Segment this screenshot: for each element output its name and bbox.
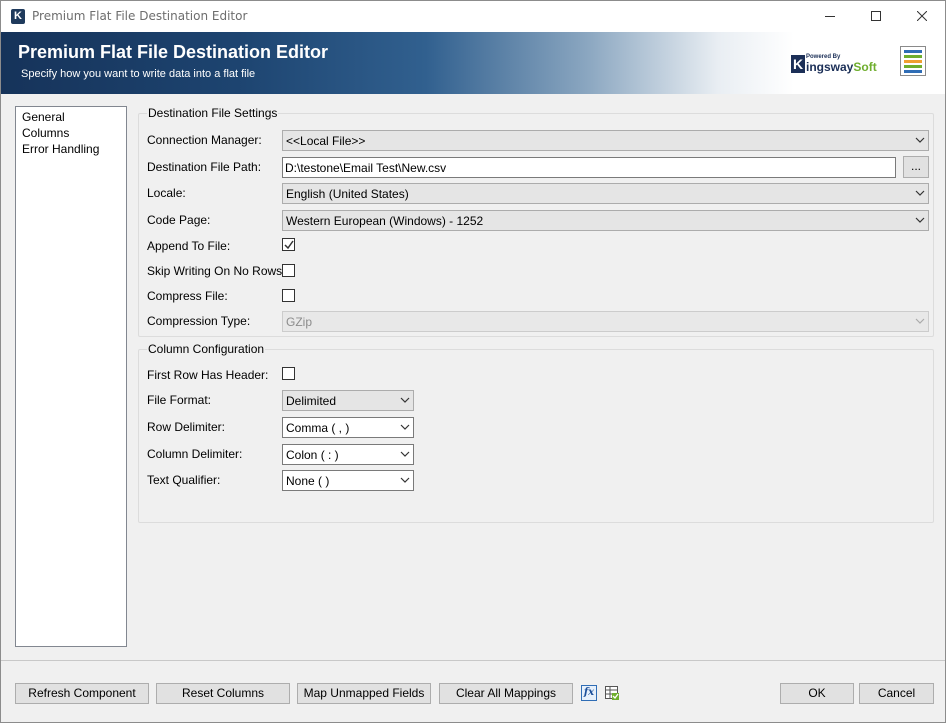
nav-item-columns[interactable]: Columns [22, 126, 69, 140]
brand-name-soft: Soft [853, 60, 877, 74]
map-unmapped-fields-button[interactable]: Map Unmapped Fields [297, 683, 431, 704]
connection-manager-label: Connection Manager: [147, 133, 262, 147]
code-page-label: Code Page: [147, 213, 211, 227]
file-path-value: D:\testone\Email Test\New.csv [285, 161, 447, 175]
brand-k-mark: K [791, 55, 805, 73]
compression-type-value: GZip [286, 315, 313, 329]
table-export-icon[interactable] [604, 685, 620, 701]
close-button[interactable] [899, 1, 945, 32]
append-to-file-label: Append To File: [147, 239, 231, 253]
cancel-button[interactable]: Cancel [859, 683, 934, 704]
ok-button[interactable]: OK [780, 683, 854, 704]
file-format-label: File Format: [147, 393, 212, 407]
footer-separator [1, 660, 945, 661]
app-logo-icon: K [11, 9, 25, 24]
locale-value: English (United States) [286, 187, 409, 201]
table-grid-icon [605, 686, 619, 700]
locale-label: Locale: [147, 186, 186, 200]
chevron-down-icon [915, 217, 925, 223]
reset-columns-button[interactable]: Reset Columns [156, 683, 290, 704]
chevron-down-icon [915, 318, 925, 324]
row-delimiter-value: Comma ( , ) [286, 421, 350, 435]
code-page-select[interactable]: Western European (Windows) - 1252 [282, 210, 929, 231]
kingswaysoft-logo: K Powered By ingswaySoft [791, 52, 883, 76]
page-navigation-list[interactable]: General Columns Error Handling [15, 106, 127, 647]
file-path-label: Destination File Path: [147, 160, 262, 174]
expression-fx-icon[interactable]: fx [581, 685, 597, 701]
nav-item-error-handling[interactable]: Error Handling [22, 142, 99, 156]
browse-button[interactable]: ... [903, 156, 929, 178]
locale-select[interactable]: English (United States) [282, 183, 929, 204]
clear-all-mappings-button[interactable]: Clear All Mappings [439, 683, 573, 704]
maximize-button[interactable] [853, 1, 899, 32]
window-title: Premium Flat File Destination Editor [32, 9, 248, 23]
minimize-button[interactable] [807, 1, 853, 32]
brand-name: ingswaySoft [806, 60, 877, 74]
column-delimiter-label: Column Delimiter: [147, 447, 243, 461]
refresh-component-button[interactable]: Refresh Component [15, 683, 149, 704]
first-row-header-checkbox[interactable] [282, 367, 295, 380]
close-icon [917, 11, 927, 21]
file-format-select[interactable]: Delimited [282, 390, 414, 411]
connection-manager-select[interactable]: <<Local File>> [282, 130, 929, 151]
chevron-down-icon [915, 190, 925, 196]
append-to-file-checkbox[interactable] [282, 238, 295, 251]
column-delimiter-select[interactable]: Colon ( : ) [282, 444, 414, 465]
text-qualifier-label: Text Qualifier: [147, 473, 221, 487]
file-format-value: Delimited [286, 394, 337, 408]
column-group-title: Column Configuration [147, 342, 266, 356]
nav-item-general[interactable]: General [22, 110, 65, 124]
column-delimiter-value: Colon ( : ) [286, 448, 339, 462]
compression-type-label: Compression Type: [147, 314, 251, 328]
minimize-icon [825, 16, 835, 17]
chevron-down-icon [400, 424, 410, 430]
banner-subtitle: Specify how you want to write data into … [21, 68, 256, 80]
destination-group-title: Destination File Settings [147, 106, 279, 120]
banner-title: Premium Flat File Destination Editor [18, 42, 329, 62]
compress-file-checkbox[interactable] [282, 289, 295, 302]
chevron-down-icon [400, 397, 410, 403]
first-row-header-label: First Row Has Header: [147, 368, 269, 382]
flat-file-icon [900, 46, 926, 76]
skip-writing-checkbox[interactable] [282, 264, 295, 277]
row-delimiter-label: Row Delimiter: [147, 420, 226, 434]
checkmark-icon [284, 240, 294, 250]
row-delimiter-select[interactable]: Comma ( , ) [282, 417, 414, 438]
connection-manager-value: <<Local File>> [286, 134, 366, 148]
file-path-input[interactable]: D:\testone\Email Test\New.csv [282, 157, 896, 178]
header-banner: Premium Flat File Destination Editor Spe… [1, 32, 945, 94]
text-qualifier-select[interactable]: None ( ) [282, 470, 414, 491]
text-qualifier-value: None ( ) [286, 474, 330, 488]
title-bar[interactable]: K Premium Flat File Destination Editor [1, 1, 945, 32]
chevron-down-icon [400, 451, 410, 457]
compression-type-select[interactable]: GZip [282, 311, 929, 332]
compress-file-label: Compress File: [147, 289, 228, 303]
chevron-down-icon [915, 137, 925, 143]
editor-window: K Premium Flat File Destination Editor P… [0, 0, 946, 723]
chevron-down-icon [400, 477, 410, 483]
maximize-icon [871, 11, 881, 21]
code-page-value: Western European (Windows) - 1252 [286, 214, 484, 228]
skip-writing-label: Skip Writing On No Rows: [147, 264, 286, 278]
brand-name-main: ingsway [806, 60, 854, 74]
